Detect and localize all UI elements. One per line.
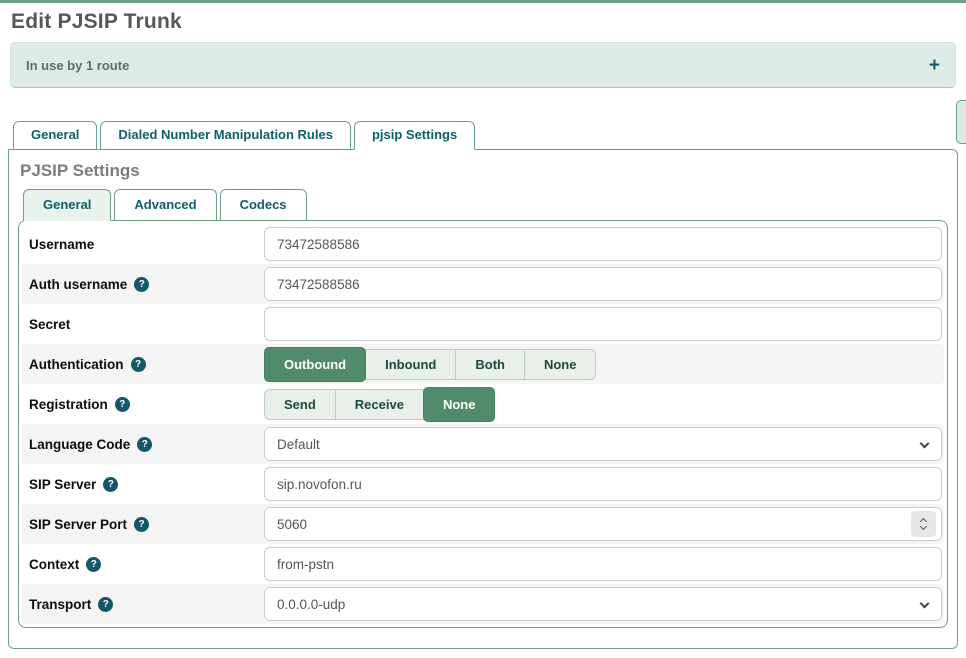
edge-partial-button[interactable] — [956, 100, 966, 144]
subtab-codecs[interactable]: Codecs — [220, 189, 307, 221]
authentication-help-icon[interactable]: ? — [131, 357, 146, 372]
pjsip-subtabs: General Advanced Codecs — [23, 189, 948, 220]
subtab-advanced[interactable]: Advanced — [114, 189, 216, 221]
row-sip-server: SIP Server ? — [22, 464, 944, 504]
row-sip-server-port: SIP Server Port ? — [22, 504, 944, 544]
language-code-selected-value: Default — [277, 437, 320, 452]
context-label: Context — [29, 557, 79, 572]
tab-pjsip-settings[interactable]: pjsip Settings — [354, 121, 475, 150]
usage-label: In use by 1 route — [26, 58, 129, 73]
page-title: Edit PJSIP Trunk — [11, 10, 956, 34]
row-auth-username: Auth username ? — [22, 264, 944, 304]
authentication-both-button[interactable]: Both — [455, 349, 525, 380]
expand-plus-icon[interactable]: + — [929, 56, 940, 75]
language-code-label: Language Code — [29, 437, 130, 452]
context-help-icon[interactable]: ? — [86, 557, 101, 572]
row-context: Context ? — [22, 544, 944, 584]
subtab-general[interactable]: General — [23, 189, 111, 221]
row-language-code: Language Code ? Default — [22, 424, 944, 464]
authentication-outbound-button[interactable]: Outbound — [264, 347, 366, 382]
sip-server-help-icon[interactable]: ? — [103, 477, 118, 492]
authentication-none-button[interactable]: None — [524, 349, 597, 380]
registration-button-group: Send Receive None — [264, 389, 495, 420]
sip-server-port-label: SIP Server Port — [29, 517, 127, 532]
username-input[interactable] — [264, 227, 942, 261]
authentication-button-group: Outbound Inbound Both None — [264, 349, 596, 380]
sip-server-label: SIP Server — [29, 477, 96, 492]
row-secret: Secret — [22, 304, 944, 344]
authentication-label: Authentication — [29, 357, 124, 372]
authentication-inbound-button[interactable]: Inbound — [365, 349, 456, 380]
row-username: Username — [22, 224, 944, 264]
registration-help-icon[interactable]: ? — [115, 397, 130, 412]
sip-server-port-help-icon[interactable]: ? — [134, 517, 149, 532]
auth-username-input[interactable] — [264, 267, 942, 301]
tab-general[interactable]: General — [13, 121, 97, 150]
registration-none-button[interactable]: None — [423, 387, 496, 422]
number-spinner[interactable] — [911, 511, 936, 537]
row-registration: Registration ? Send Receive None — [22, 384, 944, 424]
registration-label: Registration — [29, 397, 108, 412]
secret-label: Secret — [29, 317, 70, 332]
usage-panel[interactable]: In use by 1 route + — [10, 42, 956, 88]
top-accent-strip — [0, 0, 966, 3]
general-subtab-content: Username Auth username ? Secret — [18, 220, 948, 628]
row-authentication: Authentication ? Outbound Inbound Both N… — [22, 344, 944, 384]
auth-username-label: Auth username — [29, 277, 127, 292]
edit-pjsip-trunk-page: Edit PJSIP Trunk In use by 1 route + Gen… — [0, 10, 966, 649]
transport-select[interactable]: 0.0.0.0-udp — [264, 587, 942, 621]
username-label: Username — [29, 237, 94, 252]
context-input[interactable] — [264, 547, 942, 581]
language-code-select[interactable]: Default — [264, 427, 942, 461]
trunk-tabs: General Dialed Number Manipulation Rules… — [13, 121, 956, 149]
auth-username-help-icon[interactable]: ? — [134, 277, 149, 292]
transport-help-icon[interactable]: ? — [98, 597, 113, 612]
registration-send-button[interactable]: Send — [264, 389, 336, 420]
row-transport: Transport ? 0.0.0.0-udp — [22, 584, 944, 624]
sip-server-input[interactable] — [264, 467, 942, 501]
language-code-help-icon[interactable]: ? — [137, 437, 152, 452]
transport-selected-value: 0.0.0.0-udp — [277, 597, 345, 612]
chevron-down-icon — [920, 599, 930, 609]
transport-label: Transport — [29, 597, 91, 612]
pjsip-settings-panel: PJSIP Settings General Advanced Codecs U… — [8, 149, 958, 649]
section-heading: PJSIP Settings — [20, 161, 948, 181]
chevron-down-icon — [920, 439, 930, 449]
tab-dialed-number-manipulation-rules[interactable]: Dialed Number Manipulation Rules — [100, 121, 351, 150]
spinner-down-icon[interactable] — [920, 523, 927, 530]
registration-receive-button[interactable]: Receive — [335, 389, 424, 420]
secret-input[interactable] — [264, 307, 942, 341]
sip-server-port-input[interactable] — [264, 507, 942, 541]
